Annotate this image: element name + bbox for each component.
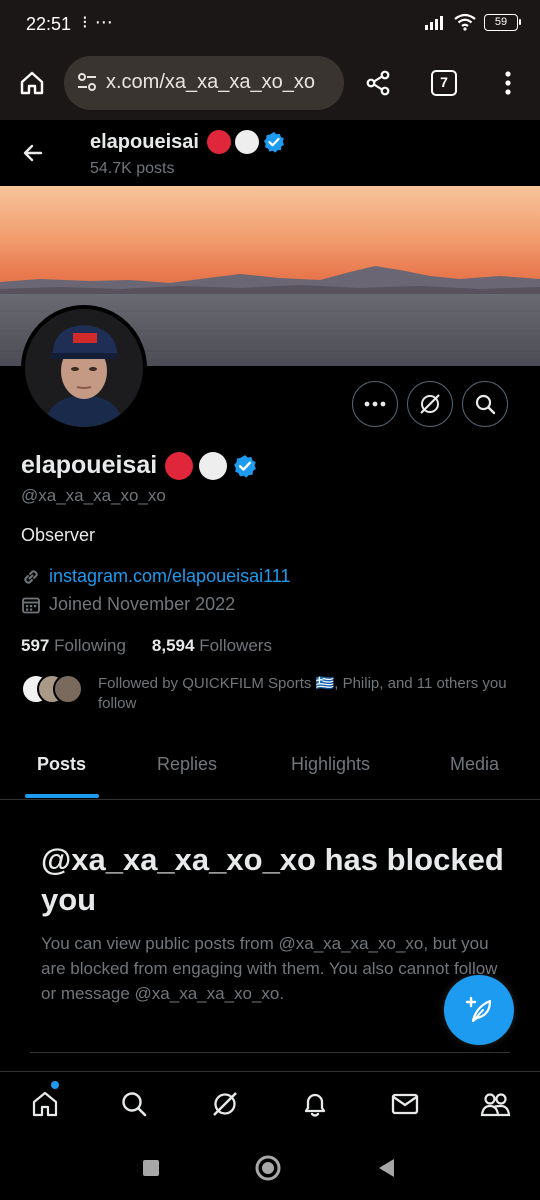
followers-count: 8,594 <box>151 636 195 655</box>
search-icon <box>475 394 496 415</box>
blocked-title: @xa_xa_xa_xo_xo has blocked you <box>41 842 504 917</box>
status-time: 22:51 <box>26 14 72 34</box>
followed-by-text: Followed by QUICKFILM Sports 🇬🇷, Philip,… <box>98 675 507 712</box>
circle-icon <box>255 1155 281 1181</box>
nav-notifications[interactable] <box>297 1086 333 1122</box>
profile-name-row: elapoueisai <box>21 451 257 480</box>
search-icon <box>122 1092 147 1117</box>
verified-icon <box>234 454 257 478</box>
tab-highlights[interactable]: Highlights <box>291 754 370 775</box>
bottom-navigation <box>0 1071 540 1137</box>
follow-stats: 597 Following 8,594 Followers <box>21 636 272 656</box>
more-icon <box>364 401 386 407</box>
profile-search-button[interactable] <box>462 381 508 427</box>
grok-button[interactable] <box>407 381 453 427</box>
home-system-button[interactable] <box>253 1153 283 1183</box>
tab-media[interactable]: Media <box>450 754 499 775</box>
profile-joined-row: Joined November 2022 <box>21 594 235 615</box>
followers-label: Followers <box>199 636 272 655</box>
follower-avatar <box>53 674 83 704</box>
white-circle-emoji <box>199 451 228 480</box>
calendar-icon <box>22 597 40 613</box>
link-icon <box>24 569 38 584</box>
mail-icon <box>391 1093 419 1115</box>
nav-communities[interactable] <box>477 1086 513 1122</box>
profile-bio: Observer <box>21 525 96 545</box>
compose-post-button[interactable] <box>444 975 514 1045</box>
battery-indicator: 59 <box>484 13 521 31</box>
verified-icon <box>263 132 284 153</box>
tab-posts[interactable]: Posts <box>37 754 86 775</box>
more-vertical-icon <box>505 71 511 95</box>
recents-button[interactable] <box>136 1153 166 1183</box>
grok-icon <box>213 1092 237 1116</box>
signal-icon <box>425 16 443 30</box>
back-button[interactable] <box>18 138 48 168</box>
followers-link[interactable]: 8,594 Followers <box>152 636 272 656</box>
system-navigation-bar <box>0 1137 540 1200</box>
header-name-row: elapoueisai <box>90 130 285 154</box>
followed-by-avatars <box>21 674 87 704</box>
back-system-button[interactable] <box>371 1153 401 1183</box>
header-name: elapoueisai <box>90 130 199 153</box>
browser-toolbar: x.com/xa_xa_xa_xo_xo 7 <box>0 48 540 120</box>
profile-joined-date: Joined November 2022 <box>49 594 236 614</box>
status-notification-icons: ⁝ ⋯ <box>82 12 114 32</box>
blocked-description: You can view public posts from @xa_xa_xa… <box>41 934 498 1003</box>
home-unread-dot <box>51 1081 59 1089</box>
triangle-back-icon <box>379 1159 394 1177</box>
active-tab-indicator <box>25 794 99 798</box>
profile-avatar[interactable] <box>21 305 147 431</box>
profile-tabs: Posts Replies Highlights Media <box>0 740 540 800</box>
nav-home[interactable] <box>27 1086 63 1122</box>
home-icon <box>32 1091 58 1117</box>
header-post-count: 54.7K posts <box>90 160 175 177</box>
status-right: 59 <box>424 13 521 31</box>
status-bar: 22:51 ⁝ ⋯ 59 <box>0 0 540 48</box>
back-arrow-icon <box>23 144 43 162</box>
tune-icon[interactable] <box>76 71 98 93</box>
wifi-icon <box>454 13 476 31</box>
browser-menu-button[interactable] <box>492 65 524 101</box>
red-circle-emoji <box>165 451 194 480</box>
browser-home-button[interactable] <box>14 65 50 101</box>
profile-top-bar: elapoueisai 54.7K posts <box>0 120 540 186</box>
profile-link-row: instagram.com/elapoueisai111 <box>21 566 290 587</box>
address-bar[interactable]: x.com/xa_xa_xa_xo_xo <box>64 56 344 110</box>
profile-website-link[interactable]: instagram.com/elapoueisai111 <box>49 566 290 587</box>
nav-grok[interactable] <box>207 1086 243 1122</box>
following-link[interactable]: 597 Following <box>21 636 126 656</box>
url-text[interactable]: x.com/xa_xa_xa_xo_xo <box>106 71 315 94</box>
following-count: 597 <box>21 636 50 655</box>
more-options-button[interactable] <box>352 381 398 427</box>
share-icon <box>366 70 390 96</box>
divider <box>30 1052 510 1053</box>
home-icon <box>20 71 44 95</box>
compose-icon <box>465 996 492 1023</box>
grok-icon <box>420 394 440 414</box>
nav-messages[interactable] <box>387 1086 423 1122</box>
square-icon <box>143 1160 159 1176</box>
nav-search[interactable] <box>116 1086 152 1122</box>
red-circle-emoji <box>206 130 231 154</box>
tab-replies[interactable]: Replies <box>157 754 217 775</box>
people-icon <box>480 1093 511 1117</box>
profile-display-name: elapoueisai <box>21 451 158 479</box>
avatar-photo <box>25 309 143 427</box>
bell-icon <box>304 1093 326 1117</box>
share-button[interactable] <box>360 65 396 101</box>
tab-switcher-button[interactable]: 7 <box>431 70 457 96</box>
white-circle-emoji <box>234 130 259 154</box>
profile-handle: @xa_xa_xa_xo_xo <box>21 486 166 505</box>
following-label: Following <box>54 636 126 655</box>
